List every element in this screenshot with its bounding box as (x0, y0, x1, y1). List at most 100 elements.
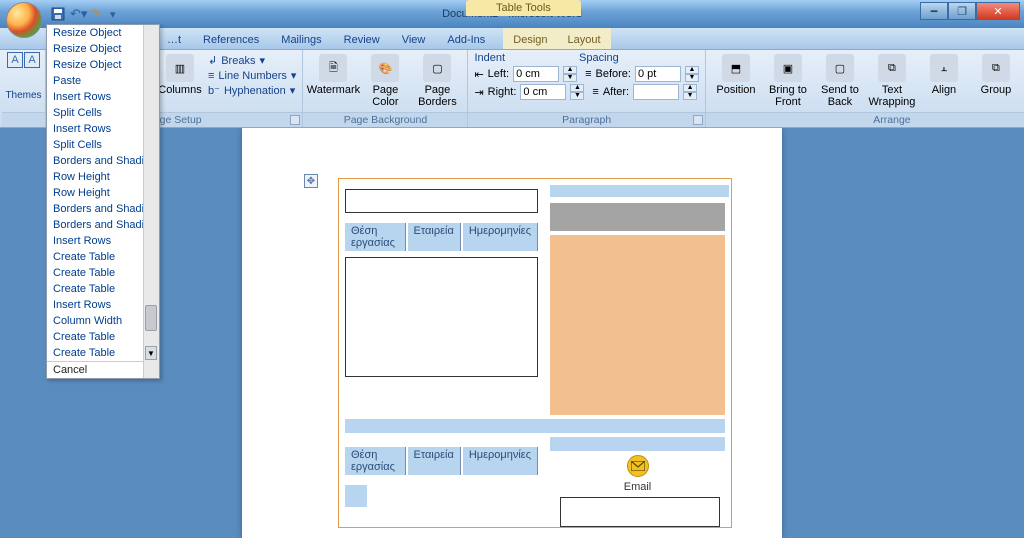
decoration (550, 185, 729, 197)
paragraph-launcher[interactable] (693, 115, 703, 125)
undo-item[interactable]: Borders and Shading (47, 217, 143, 233)
bring-front-icon: ▣ (774, 54, 802, 82)
undo-item[interactable]: Insert Rows (47, 297, 143, 313)
email-field[interactable] (560, 497, 720, 527)
tab-layout[interactable]: Layout (558, 31, 611, 49)
indent-right-input[interactable] (520, 84, 566, 100)
spin-down[interactable]: ▼ (685, 74, 699, 82)
theme-a2-icon[interactable]: A (24, 52, 40, 68)
undo-item[interactable]: Create Table (47, 345, 143, 361)
page-color-icon: 🎨 (371, 54, 399, 82)
align-icon: ⫠ (930, 54, 958, 82)
scrollbar-down-icon[interactable]: ▼ (145, 346, 157, 360)
page-setup-launcher[interactable] (290, 115, 300, 125)
undo-item[interactable]: Resize Object (47, 25, 143, 41)
spin-down[interactable]: ▼ (683, 92, 697, 100)
spin-down[interactable]: ▼ (563, 74, 577, 82)
tab-references[interactable]: References (193, 31, 269, 49)
decoration (345, 485, 367, 507)
job-title-header: Θέση εργασίας (345, 223, 406, 251)
text-wrapping-button[interactable]: ⧉Text Wrapping (868, 52, 916, 108)
email-icon (627, 455, 649, 477)
company-header-2: Εταιρεία (408, 447, 461, 475)
columns-button[interactable]: ▥Columns (156, 52, 204, 96)
table-move-handle[interactable]: ✥ (304, 174, 318, 188)
tab-mailings[interactable]: Mailings (271, 31, 331, 49)
page[interactable]: ✥ Θέση εργασίας Εταιρεία Ημερομηνίες (242, 128, 782, 538)
decoration (345, 419, 725, 433)
arrange-label: Arrange (706, 112, 1024, 127)
undo-item[interactable]: Resize Object (47, 41, 143, 57)
undo-item[interactable]: Column Width (47, 313, 143, 329)
page-borders-button[interactable]: ▢Page Borders (413, 52, 461, 108)
highlight-area (550, 235, 725, 415)
tab-design[interactable]: Design (503, 31, 557, 49)
resume-table[interactable]: Θέση εργασίας Εταιρεία Ημερομηνίες Θέση … (338, 178, 732, 528)
group-themes: A A Themes (2, 50, 46, 127)
watermark-button[interactable]: 🗎Watermark (309, 52, 357, 96)
tab-review[interactable]: Review (334, 31, 390, 49)
spin-up[interactable]: ▲ (570, 84, 584, 92)
undo-item[interactable]: Split Cells (47, 137, 143, 153)
undo-item[interactable]: Split Cells (47, 105, 143, 121)
qat-customize-icon[interactable]: ▾ (110, 8, 116, 21)
tab-view[interactable]: View (392, 31, 436, 49)
undo-item[interactable]: Create Table (47, 281, 143, 297)
photo-placeholder[interactable] (550, 203, 725, 231)
page-color-button[interactable]: 🎨Page Color (361, 52, 409, 108)
dropdown-scrollbar[interactable]: ▼ (143, 25, 159, 378)
undo-cancel[interactable]: Cancel (47, 361, 143, 378)
columns-icon: ▥ (166, 54, 194, 82)
minimize-button[interactable]: ━ (920, 2, 948, 20)
spacing-heading: Spacing (579, 52, 619, 64)
email-label: Email (550, 481, 725, 493)
name-field[interactable] (345, 189, 538, 213)
tab-insert[interactable]: …t (157, 31, 191, 49)
position-button[interactable]: ⬒Position (712, 52, 760, 96)
description-field[interactable] (345, 257, 538, 377)
watermark-icon: 🗎 (319, 54, 347, 82)
undo-item[interactable]: Insert Rows (47, 233, 143, 249)
send-back-icon: ▢ (826, 54, 854, 82)
undo-icon[interactable]: ↶▾ (70, 6, 86, 22)
undo-item[interactable]: Create Table (47, 329, 143, 345)
undo-item[interactable]: Create Table (47, 265, 143, 281)
indent-left-input[interactable] (513, 66, 559, 82)
close-button[interactable]: ✕ (976, 2, 1020, 20)
undo-item[interactable]: Row Height (47, 185, 143, 201)
spin-up[interactable]: ▲ (683, 84, 697, 92)
undo-item[interactable]: Create Table (47, 249, 143, 265)
hyphenation-button[interactable]: b⁻Hyphenation ▾ (208, 84, 296, 97)
undo-item[interactable]: Borders and Shading (47, 201, 143, 217)
save-icon[interactable] (50, 6, 66, 22)
position-icon: ⬒ (722, 54, 750, 82)
office-button[interactable] (6, 2, 42, 38)
spin-up[interactable]: ▲ (563, 66, 577, 74)
page-borders-icon: ▢ (423, 54, 451, 82)
group-button[interactable]: ⧉Group (972, 52, 1020, 96)
undo-item[interactable]: Paste (47, 73, 143, 89)
bring-front-button[interactable]: ▣Bring to Front (764, 52, 812, 108)
send-back-button[interactable]: ▢Send to Back (816, 52, 864, 108)
tab-addins[interactable]: Add-Ins (437, 31, 495, 49)
undo-item[interactable]: Borders and Shading (47, 153, 143, 169)
breaks-icon: ↲ (208, 54, 217, 67)
theme-a1-icon[interactable]: A (7, 52, 23, 68)
undo-item[interactable]: Insert Rows (47, 121, 143, 137)
scrollbar-thumb[interactable] (145, 305, 157, 331)
job-title-header-2: Θέση εργασίας (345, 447, 406, 475)
spin-down[interactable]: ▼ (570, 92, 584, 100)
maximize-button[interactable]: ❐ (948, 2, 976, 20)
spin-up[interactable]: ▲ (685, 66, 699, 74)
line-numbers-button[interactable]: ≡Line Numbers ▾ (208, 69, 296, 82)
redo-icon[interactable]: ↷ (90, 6, 106, 22)
group-icon: ⧉ (982, 54, 1010, 82)
undo-item[interactable]: Row Height (47, 169, 143, 185)
spacing-before-input[interactable] (635, 66, 681, 82)
undo-item[interactable]: Resize Object (47, 57, 143, 73)
company-header: Εταιρεία (408, 223, 461, 251)
spacing-after-input[interactable] (633, 84, 679, 100)
undo-item[interactable]: Insert Rows (47, 89, 143, 105)
align-button[interactable]: ⫠Align (920, 52, 968, 96)
breaks-button[interactable]: ↲Breaks ▾ (208, 54, 296, 67)
